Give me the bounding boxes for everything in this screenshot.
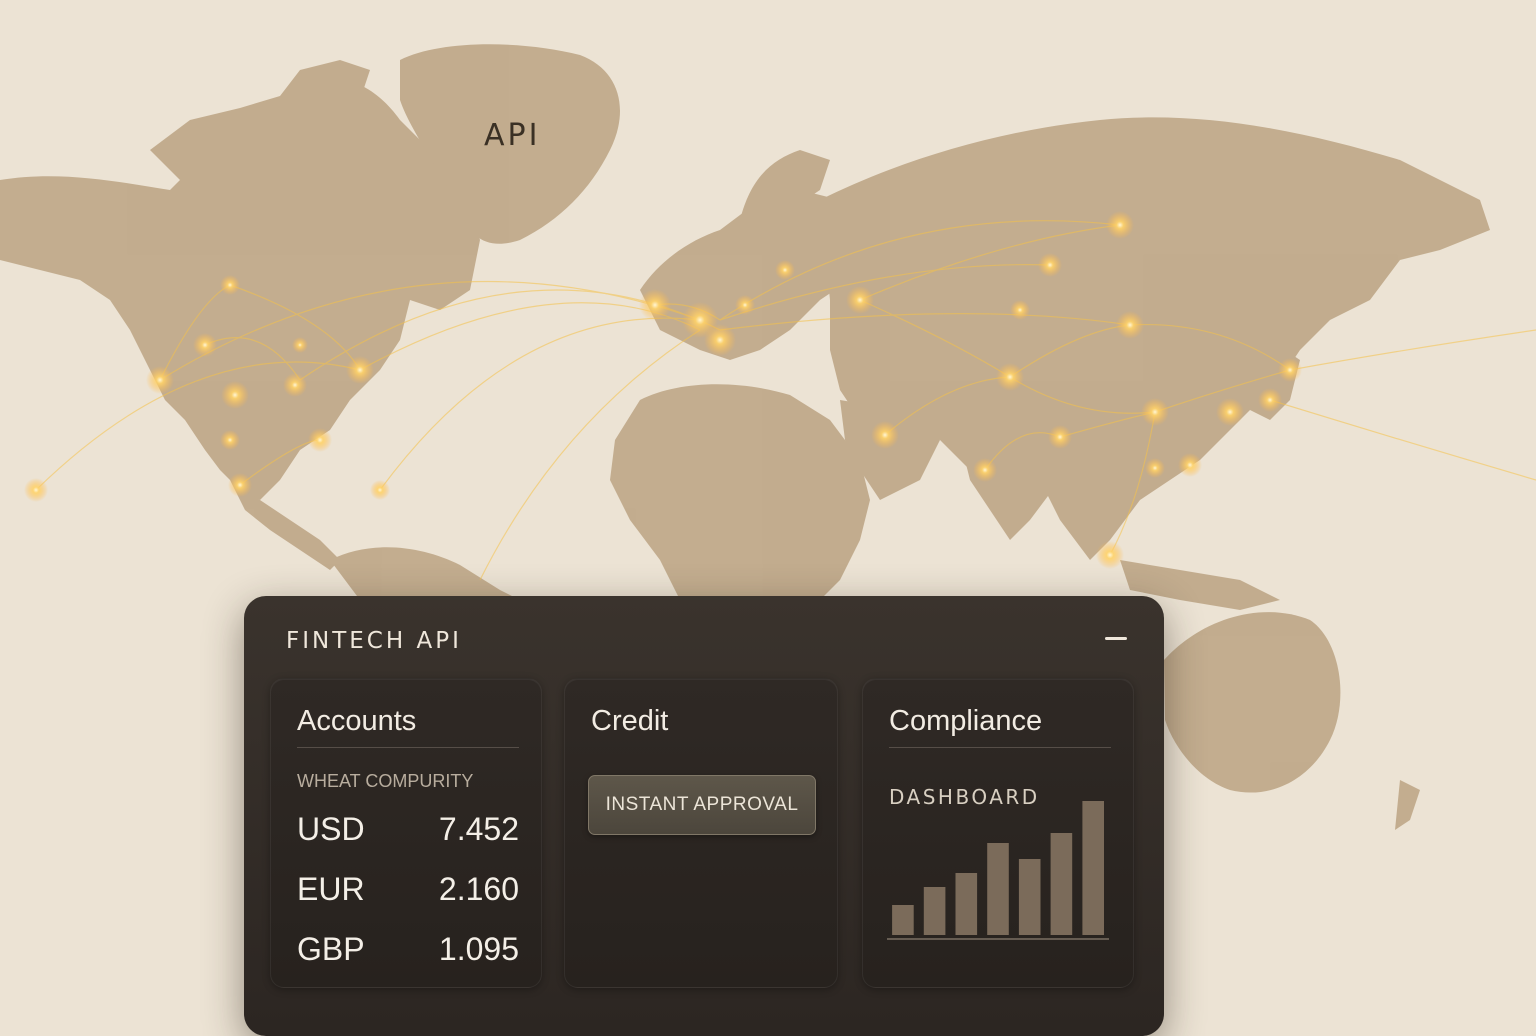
currency-value: 1.095 bbox=[438, 931, 519, 967]
chart-bar-5 bbox=[1018, 859, 1041, 935]
compliance-bar-chart bbox=[887, 801, 1109, 940]
currency-row-gbp: GBP 1.095 bbox=[297, 931, 519, 971]
landmass-africa bbox=[610, 384, 870, 600]
currency-row-eur: EUR 2.160 bbox=[297, 871, 519, 911]
currency-value: 7.452 bbox=[438, 811, 519, 847]
map-api-label: API bbox=[484, 118, 541, 153]
minimize-icon bbox=[1105, 637, 1127, 640]
landmass-asia bbox=[820, 117, 1490, 560]
credit-card: Credit INSTANT APPROVAL bbox=[564, 678, 838, 988]
accounts-title: Accounts bbox=[297, 705, 417, 737]
landmass-australia bbox=[1164, 612, 1341, 793]
chart-bar-1 bbox=[892, 905, 914, 935]
accounts-subhead: WHEAT COMPURITY bbox=[297, 771, 474, 791]
chart-bar-2 bbox=[923, 887, 946, 935]
accounts-card: Accounts WHEAT COMPURITY USD 7.452 EUR 2… bbox=[270, 678, 542, 988]
compliance-card: Compliance DASHBOARD bbox=[862, 678, 1134, 988]
currency-code: EUR bbox=[297, 871, 365, 907]
panel-title: FINTECH API bbox=[286, 628, 462, 654]
fintech-api-panel: FINTECH API Accounts WHEAT COMPURITY USD… bbox=[244, 596, 1164, 1036]
instant-approval-button[interactable]: INSTANT APPROVAL bbox=[588, 775, 816, 835]
accounts-divider bbox=[297, 747, 519, 748]
chart-bar-3 bbox=[955, 873, 978, 935]
minimize-button[interactable] bbox=[1102, 626, 1132, 650]
chart-bar-4 bbox=[987, 843, 1009, 935]
chart-bar-7 bbox=[1082, 801, 1104, 935]
compliance-divider bbox=[889, 747, 1111, 748]
currency-code: USD bbox=[297, 811, 365, 847]
currency-row-usd: USD 7.452 bbox=[297, 811, 519, 851]
compliance-title: Compliance bbox=[889, 705, 1043, 737]
currency-value: 2.160 bbox=[438, 871, 519, 907]
chart-bar-6 bbox=[1050, 833, 1073, 935]
currency-code: GBP bbox=[297, 931, 365, 967]
credit-title: Credit bbox=[591, 705, 669, 737]
landmass-south-america bbox=[330, 547, 520, 600]
landmass-new-zealand bbox=[1395, 780, 1420, 830]
landmass-india bbox=[960, 440, 1060, 540]
